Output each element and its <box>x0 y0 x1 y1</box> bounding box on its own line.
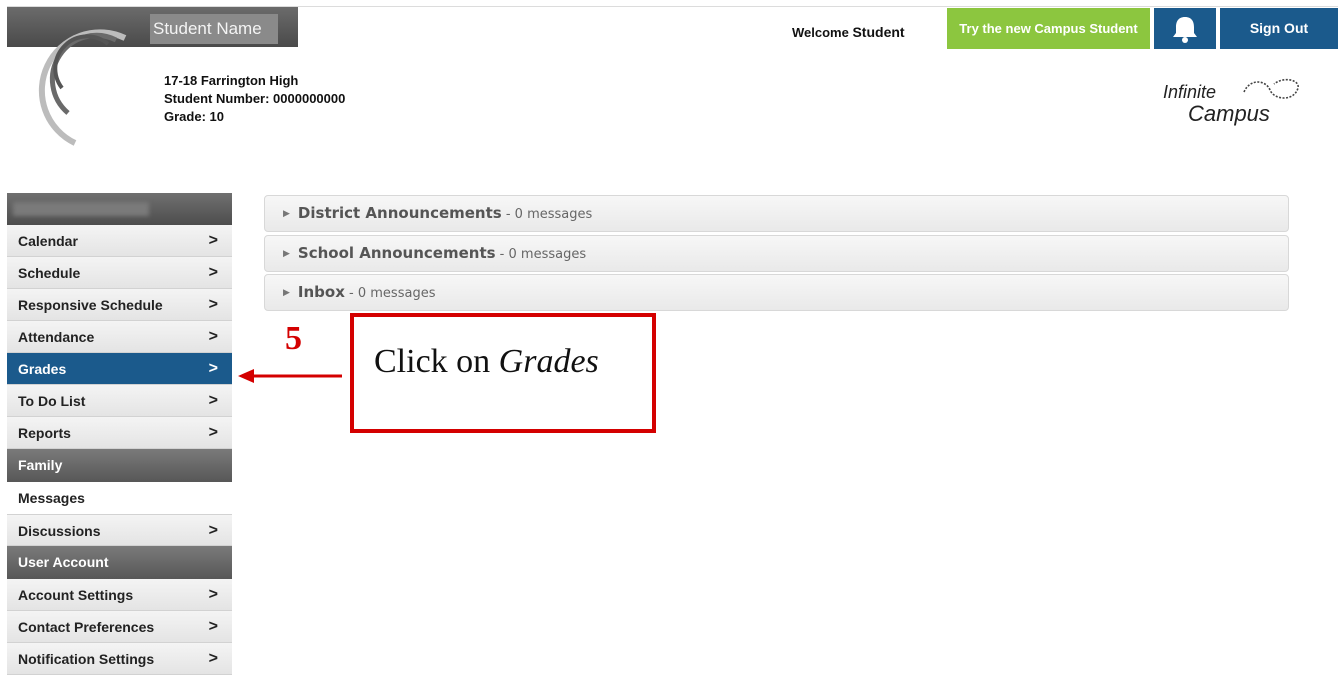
logo-word-infinite: Infinite <box>1163 82 1217 102</box>
sidebar-item-label: Discussions <box>18 523 101 539</box>
welcome-message: Welcome Student <box>792 24 905 40</box>
chevron-right-icon: > <box>208 392 218 409</box>
sidebar-section-user-account: User Account <box>7 546 232 579</box>
sidebar-item-reports[interactable]: Reports > <box>7 417 232 449</box>
message-count: - 0 messages <box>344 286 436 301</box>
chevron-right-icon: > <box>208 360 218 377</box>
district-announcements-panel[interactable]: ▶ District Announcements - 0 messages <box>264 195 1289 232</box>
infinite-campus-logo: Infinite Campus <box>1160 70 1300 130</box>
sidebar: Calendar > Schedule > Responsive Schedul… <box>7 193 232 675</box>
chevron-right-icon: > <box>208 650 218 667</box>
school-announcements-panel[interactable]: ▶ School Announcements - 0 messages <box>264 235 1289 272</box>
school-name: 17-18 Farrington High <box>164 73 299 88</box>
profile-photo-placeholder <box>38 29 127 146</box>
sidebar-item-label: Attendance <box>18 329 95 345</box>
infinity-icon <box>1243 78 1299 99</box>
student-number: Student Number: 0000000000 <box>164 91 346 106</box>
sidebar-item-to-do-list[interactable]: To Do List > <box>7 385 232 417</box>
sidebar-header <box>7 193 232 225</box>
sidebar-item-discussions[interactable]: Discussions > <box>7 514 232 546</box>
sidebar-item-label: Responsive Schedule <box>18 297 163 313</box>
sidebar-item-account-settings[interactable]: Account Settings > <box>7 579 232 611</box>
notifications-button[interactable] <box>1154 8 1216 49</box>
panel-title: School Announcements <box>297 244 496 262</box>
sidebar-section-family: Family <box>7 449 232 482</box>
bell-icon <box>1173 17 1197 43</box>
expand-triangle-icon: ▶ <box>283 208 290 218</box>
welcome-label: Welcome <box>792 25 849 40</box>
callout-text-prefix: Click on <box>374 343 499 380</box>
chevron-right-icon: > <box>208 264 218 281</box>
arrow-left-icon <box>238 369 342 383</box>
callout-text: Click on Grades <box>374 343 599 381</box>
step-number: 5 <box>285 320 302 357</box>
welcome-name: Student <box>852 24 905 40</box>
sidebar-item-attendance[interactable]: Attendance > <box>7 321 232 353</box>
sidebar-item-label: Reports <box>18 425 71 441</box>
sidebar-item-grades[interactable]: Grades > <box>7 353 232 385</box>
sidebar-item-label: Calendar <box>18 233 78 249</box>
student-info: 17-18 Farrington High Student Number: 00… <box>164 72 345 126</box>
chevron-right-icon: > <box>208 424 218 441</box>
chevron-right-icon: > <box>208 328 218 345</box>
sidebar-item-label: To Do List <box>18 393 86 409</box>
message-count: - 0 messages <box>495 247 587 262</box>
chevron-right-icon: > <box>208 232 218 249</box>
panel-title: District Announcements <box>297 204 502 222</box>
expand-triangle-icon: ▶ <box>283 248 290 258</box>
sidebar-item-label: Contact Preferences <box>18 619 155 635</box>
sidebar-item-label: Account Settings <box>18 587 134 603</box>
sidebar-item-responsive-schedule[interactable]: Responsive Schedule > <box>7 289 232 321</box>
chevron-right-icon: > <box>208 296 218 313</box>
message-count: - 0 messages <box>501 207 593 222</box>
sidebar-item-label: Schedule <box>18 265 81 281</box>
sidebar-item-messages[interactable]: Messages <box>7 482 232 514</box>
sign-out-button[interactable]: Sign Out <box>1220 8 1338 49</box>
inbox-panel[interactable]: ▶ Inbox - 0 messages <box>264 274 1289 311</box>
sidebar-item-schedule[interactable]: Schedule > <box>7 257 232 289</box>
sidebar-item-label: Notification Settings <box>18 651 155 667</box>
redacted-name <box>13 202 149 216</box>
sidebar-item-calendar[interactable]: Calendar > <box>7 225 232 257</box>
callout-text-emphasis: Grades <box>498 343 599 380</box>
sidebar-item-contact-preferences[interactable]: Contact Preferences > <box>7 611 232 643</box>
chevron-right-icon: > <box>208 618 218 635</box>
panel-title: Inbox <box>297 283 345 301</box>
chevron-right-icon: > <box>208 586 218 603</box>
expand-triangle-icon: ▶ <box>283 287 290 297</box>
student-grade: Grade: 10 <box>164 109 224 124</box>
try-new-campus-button[interactable]: Try the new Campus Student <box>947 8 1150 49</box>
chevron-right-icon: > <box>208 522 218 539</box>
sidebar-item-label: Grades <box>18 361 67 377</box>
sidebar-item-label: Messages <box>18 490 85 506</box>
sidebar-item-notification-settings[interactable]: Notification Settings > <box>7 643 232 675</box>
